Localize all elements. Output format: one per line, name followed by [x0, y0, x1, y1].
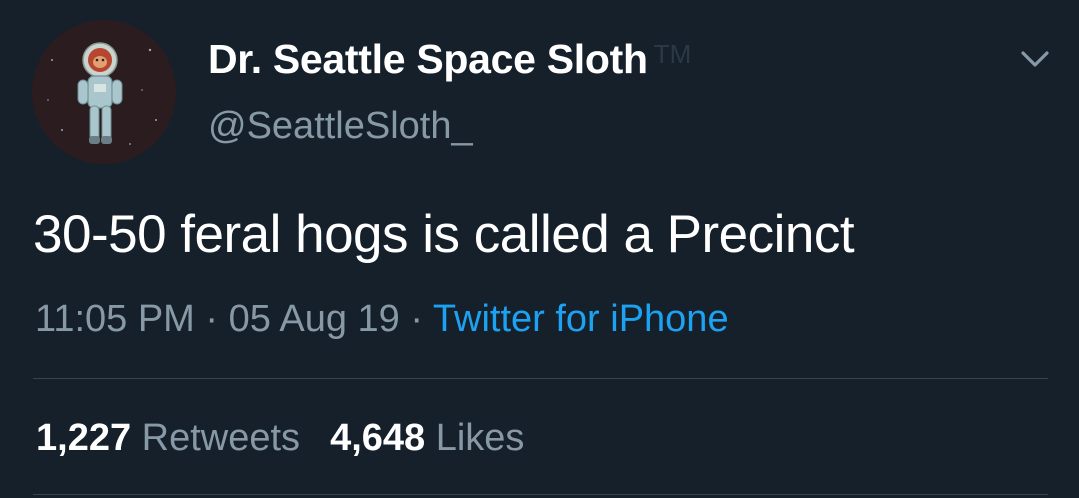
meta-separator: · [410, 298, 424, 340]
author-display-name[interactable]: Dr. Seattle Space Sloth TM [208, 36, 691, 83]
retweets-label: Retweets [141, 417, 301, 459]
astronaut-sloth-avatar-icon [32, 20, 176, 164]
display-name-text: Dr. Seattle Space Sloth [208, 36, 648, 82]
likes-stat[interactable]: 4,648 Likes [330, 417, 524, 459]
tweet-meta: 11:05 PM · 05 Aug 19 · Twitter for iPhon… [35, 298, 729, 341]
likes-count: 4,648 [330, 417, 426, 459]
tweet-text: 30-50 feral hogs is called a Precinct [33, 205, 855, 264]
likes-label: Likes [435, 417, 525, 459]
tweet-source-link[interactable]: Twitter for iPhone [433, 298, 729, 340]
tweet-card: Dr. Seattle Space Sloth TM @SeattleSloth_… [0, 0, 1079, 498]
trademark-suffix: TM [653, 39, 692, 69]
tweet-time[interactable]: 11:05 PM [35, 298, 195, 340]
avatar[interactable] [32, 20, 176, 164]
divider [33, 494, 1048, 495]
author-handle[interactable]: @SeattleSloth_ [208, 105, 473, 148]
retweets-count: 1,227 [36, 417, 132, 459]
meta-separator: · [205, 298, 219, 340]
divider [33, 378, 1048, 379]
tweet-menu-button[interactable] [1018, 46, 1052, 72]
tweet-date[interactable]: 05 Aug 19 [229, 298, 400, 340]
retweets-stat[interactable]: 1,227 Retweets [36, 417, 300, 459]
tweet-stats: 1,227 Retweets 4,648 Likes [36, 417, 524, 460]
chevron-down-icon [1021, 51, 1049, 67]
